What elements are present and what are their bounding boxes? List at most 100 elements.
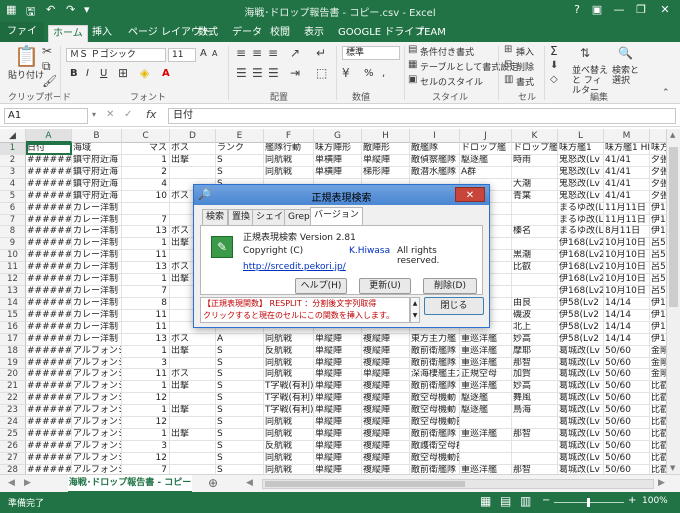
cell[interactable]: 夕張 xyxy=(650,167,666,179)
cell[interactable]: 加賀 xyxy=(512,369,558,382)
cell[interactable]: 50/60 xyxy=(604,464,650,474)
page-break-view-icon[interactable]: ▥ xyxy=(520,494,531,508)
cell-style-button[interactable]: セルのスタイル xyxy=(420,75,483,88)
tab-data[interactable]: データ xyxy=(228,25,266,42)
fill-icon[interactable]: ⬇ xyxy=(550,60,558,71)
cell[interactable]: 伊1 xyxy=(650,310,666,322)
find-select-button[interactable]: 検索と 選択 xyxy=(612,66,640,86)
cell[interactable]: 敵空母機動 xyxy=(410,393,460,406)
row-header[interactable]: 26 xyxy=(0,441,26,453)
cell[interactable]: 葛城改(Lv xyxy=(558,345,604,358)
cell[interactable]: ######## xyxy=(26,202,72,215)
cell[interactable]: ######## xyxy=(26,309,72,322)
cell[interactable]: 重巡洋艦 xyxy=(460,381,512,394)
table-format-icon[interactable]: ▦ xyxy=(408,59,417,70)
cell[interactable] xyxy=(170,393,216,406)
fill-color-icon[interactable]: ◈ xyxy=(140,66,149,80)
cell[interactable]: 正規空母 xyxy=(460,369,512,382)
zoom-level[interactable]: 100% xyxy=(642,496,668,506)
cell[interactable]: 葛城改(Lv xyxy=(558,357,604,370)
add-sheet-button[interactable]: ⊕ xyxy=(208,476,218,490)
cell[interactable]: 伊1 xyxy=(650,215,666,227)
cell[interactable]: ランク xyxy=(216,143,264,155)
cell[interactable]: 金剛 xyxy=(650,358,666,370)
cell[interactable] xyxy=(512,202,558,215)
cell[interactable]: 伊58(Lv2 xyxy=(558,297,604,310)
confirm-formula-button[interactable]: ✓ xyxy=(124,109,132,120)
horizontal-scrollbar[interactable] xyxy=(262,479,654,489)
cell[interactable]: 複縦陣 xyxy=(362,405,410,418)
format-cells-icon[interactable]: ▥ xyxy=(504,74,513,85)
find-select-icon[interactable]: 🔍 xyxy=(618,46,633,60)
cell[interactable]: 反航戦 xyxy=(264,441,314,453)
copy-icon[interactable]: ⧉ xyxy=(42,59,51,74)
row-header[interactable]: 18 xyxy=(0,345,26,358)
cell[interactable]: 敵前衛艦隊 xyxy=(410,345,460,358)
cell[interactable]: 14/14 xyxy=(604,309,650,322)
cell[interactable] xyxy=(460,452,512,465)
cell[interactable] xyxy=(512,166,558,179)
cell[interactable]: 13 xyxy=(122,333,170,346)
shrink-font-button[interactable]: A xyxy=(212,49,217,58)
autosum-button[interactable]: Σ xyxy=(550,44,558,58)
cell[interactable]: 11 xyxy=(122,369,170,382)
row-header[interactable]: 28 xyxy=(0,464,26,474)
cell[interactable]: 41/41 xyxy=(604,154,650,167)
row-header[interactable]: 11 xyxy=(0,262,26,275)
cell[interactable]: 葛城改(Lv xyxy=(558,405,604,418)
cancel-formula-button[interactable]: ✕ xyxy=(106,109,114,120)
column-header-k[interactable]: K xyxy=(512,129,558,143)
cell[interactable]: 同航戦 xyxy=(264,429,314,441)
cell[interactable]: ######## xyxy=(26,441,72,453)
cell[interactable]: 7 xyxy=(122,464,170,474)
cell[interactable] xyxy=(170,166,216,179)
cut-icon[interactable]: ✂ xyxy=(42,44,52,58)
cell[interactable]: A xyxy=(216,333,264,346)
name-box[interactable]: A1 xyxy=(4,108,88,124)
cell[interactable]: 駆逐艦 xyxy=(460,154,512,167)
cell[interactable]: 伊168(Lv2 xyxy=(558,262,604,275)
cell[interactable]: S xyxy=(216,464,264,474)
cell[interactable] xyxy=(512,274,558,287)
cell[interactable]: 金剛 xyxy=(650,369,666,382)
cell[interactable] xyxy=(512,417,558,430)
cell[interactable]: 敵護衛空母群 xyxy=(410,441,460,453)
cell[interactable]: 複縦陣 xyxy=(362,381,410,394)
cell[interactable]: ######## xyxy=(26,226,72,239)
merge-center-icon[interactable]: ⬚ xyxy=(316,66,327,80)
cell[interactable]: 11 xyxy=(122,309,170,322)
row-header[interactable]: 25 xyxy=(0,429,26,441)
cell[interactable]: 単縦陣 xyxy=(314,417,362,430)
cell[interactable]: カレー洋制 xyxy=(72,274,122,287)
cell[interactable]: 梯形陣 xyxy=(362,166,410,179)
cell[interactable]: 由良 xyxy=(512,297,558,310)
delete-cells-icon[interactable]: ⊟ xyxy=(504,59,512,70)
cell[interactable]: 味方艦1 HP xyxy=(604,143,650,155)
column-header-l[interactable]: L xyxy=(558,129,604,143)
indent-icon[interactable]: ⇥ xyxy=(290,66,300,80)
cell[interactable]: アルフォンシ xyxy=(72,452,122,465)
cell[interactable]: 11 xyxy=(122,250,170,263)
dialog-close-action-button[interactable]: 閉じる xyxy=(424,297,484,315)
cell[interactable]: 深海棲艦主力 xyxy=(410,369,460,382)
minimize-button[interactable]: — xyxy=(608,2,630,18)
row-header[interactable]: 24 xyxy=(0,417,26,430)
column-header-h[interactable]: H xyxy=(362,129,410,143)
cell[interactable]: ######## xyxy=(26,321,72,334)
cell[interactable]: 反航戦 xyxy=(264,345,314,358)
insert-function-button[interactable]: fx xyxy=(146,108,156,121)
cell[interactable]: 駆逐艦 xyxy=(460,405,512,418)
column-header-d[interactable]: D xyxy=(170,129,216,143)
cell[interactable]: 2 xyxy=(122,166,170,179)
cell[interactable]: 複縦陣 xyxy=(362,417,410,430)
scroll-down-icon[interactable]: ▼ xyxy=(670,464,675,472)
cell[interactable]: 伊58(Lv2 xyxy=(558,309,604,322)
cell[interactable]: 複縦陣 xyxy=(362,393,410,406)
cell[interactable]: まるゆ改(L xyxy=(558,202,604,215)
cell[interactable]: ######## xyxy=(26,345,72,358)
close-window-button[interactable]: ✕ xyxy=(654,2,676,18)
align-middle-icon[interactable]: ≡ xyxy=(252,46,262,60)
cell[interactable]: ######## xyxy=(26,286,72,298)
cell[interactable]: 妙高 xyxy=(512,381,558,394)
cell[interactable]: 黒潮 xyxy=(512,250,558,263)
